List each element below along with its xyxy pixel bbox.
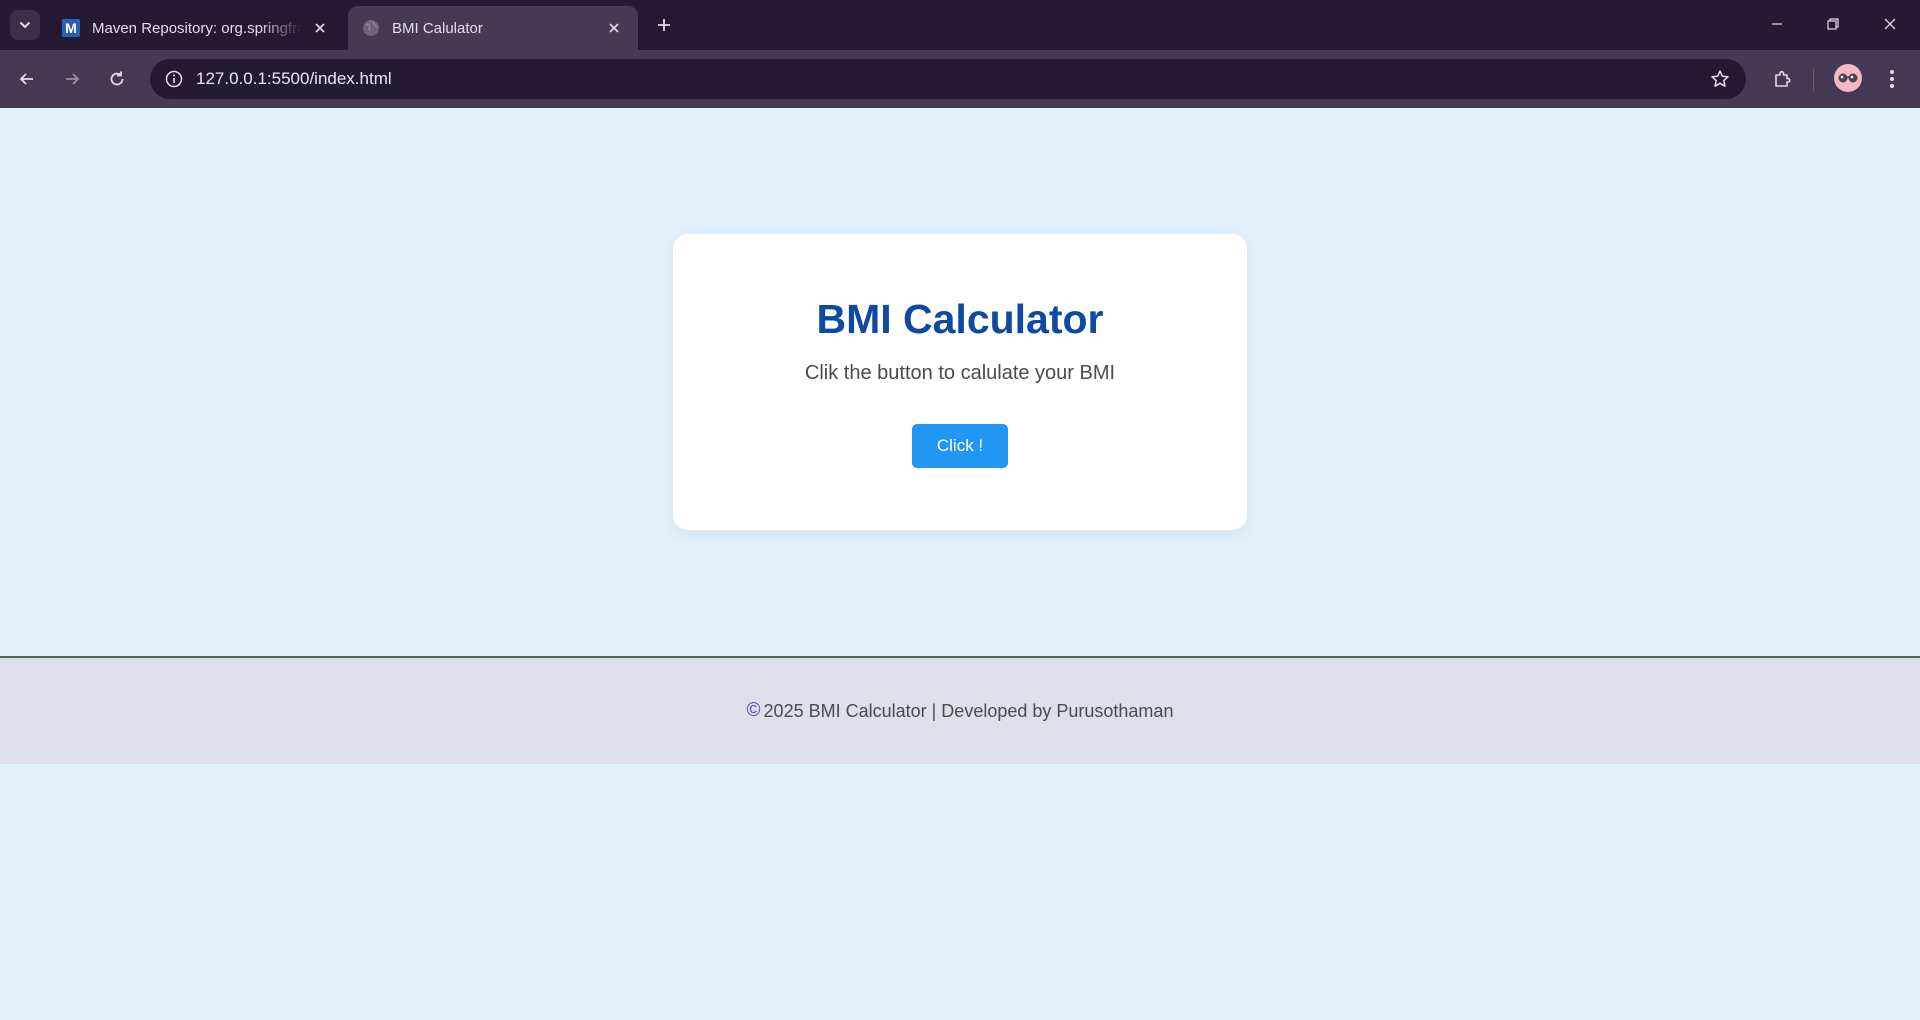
page-subtitle: Clik the button to calulate your BMI [804,362,1116,384]
arrow-right-icon [66,73,80,85]
extensions-button[interactable] [1768,65,1796,93]
close-tab-icon[interactable] [310,18,330,38]
close-window-button[interactable] [1878,12,1902,36]
tab-title: Maven Repository: org.springframework [92,19,302,37]
site-info-icon[interactable] [160,65,188,93]
close-tab-icon[interactable] [604,18,624,38]
bookmark-star-icon[interactable] [1708,67,1732,91]
minimize-button[interactable] [1765,12,1789,36]
close-icon [1884,18,1896,30]
copyright-icon: © [746,700,761,721]
browser-toolbar: 127.0.0.1:5500/index.html [0,50,1920,108]
profile-glasses-icon [1838,73,1858,83]
globe-icon [363,20,379,36]
page-footer: © 2025 BMI Calculator | Developed by Pur… [0,656,1920,764]
chevron-down-icon [20,22,30,29]
page-viewport: BMI Calculator Clik the button to calula… [0,108,1920,1020]
maven-m-icon: M [62,19,80,37]
browser-menu-button[interactable] [1878,65,1906,93]
puzzle-icon [1775,70,1791,87]
calculate-button[interactable]: Click ! [912,424,1008,468]
plus-icon [658,19,670,31]
restore-button[interactable] [1821,12,1845,36]
toolbar-divider [1813,69,1814,91]
bmi-card: BMI Calculator Clik the button to calula… [673,234,1247,530]
profile-avatar[interactable] [1834,64,1862,92]
more-vertical-icon [1890,70,1894,88]
tab-title: BMI Calulator [392,19,483,37]
tab-maven-repository[interactable]: M Maven Repository: org.springframework [48,6,344,50]
reload-button[interactable] [103,65,131,93]
forward-button[interactable] [58,65,86,93]
minimize-icon [1772,23,1782,25]
url-text: 127.0.0.1:5500/index.html [196,69,392,88]
svg-text:M: M [65,20,77,36]
new-tab-button[interactable] [652,13,676,37]
arrow-left-icon [19,73,33,85]
address-bar[interactable]: 127.0.0.1:5500/index.html [150,59,1746,99]
tab-bmi-calculator[interactable]: BMI Calulator [348,6,638,50]
tab-search-button[interactable] [10,10,40,40]
reload-icon [110,71,124,86]
restore-icon [1827,18,1839,30]
back-button[interactable] [13,65,41,93]
footer-text: 2025 BMI Calculator | Developed by Purus… [763,700,1174,721]
tab-strip: M Maven Repository: org.springframework … [0,0,1920,50]
page-title: BMI Calculator [816,296,1104,342]
